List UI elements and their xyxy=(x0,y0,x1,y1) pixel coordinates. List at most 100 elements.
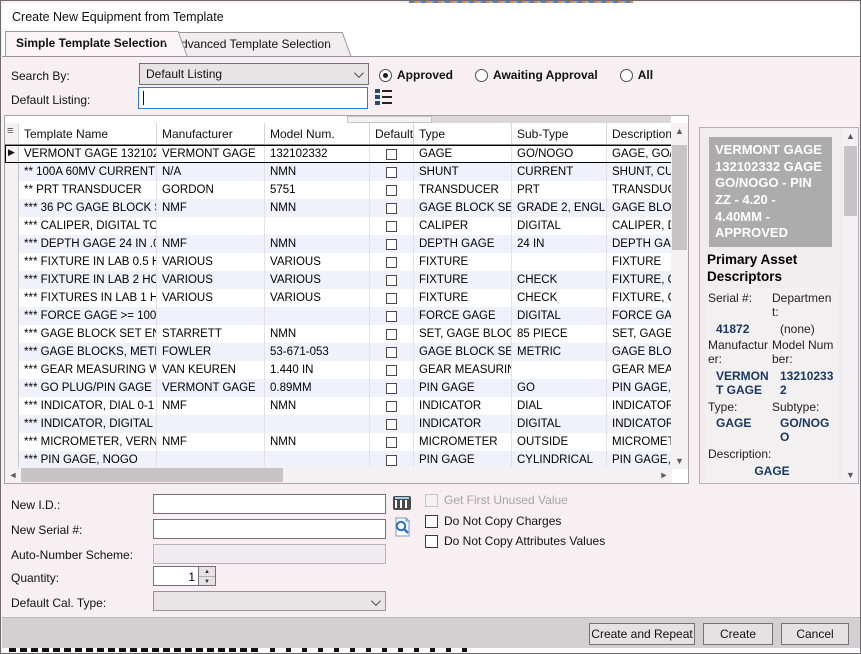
default-checkbox[interactable] xyxy=(386,167,397,178)
default-checkbox[interactable] xyxy=(386,365,397,376)
default-checkbox[interactable] xyxy=(386,239,397,250)
default-checkbox[interactable] xyxy=(386,275,397,286)
table-horizontal-scrollbar[interactable]: ◄ ► xyxy=(5,467,672,483)
row-selector[interactable] xyxy=(5,379,19,397)
column-header-type[interactable]: Type xyxy=(414,123,512,144)
table-row[interactable]: ** 100A 60MV CURRENT SHN/ANMNSHUNTCURREN… xyxy=(5,163,672,181)
scroll-left-icon[interactable]: ◄ xyxy=(5,467,21,483)
grid-cell: FORCE GAGE xyxy=(607,307,672,325)
create-and-repeat-button[interactable]: Create and Repeat xyxy=(589,623,695,645)
scroll-down-icon[interactable]: ▼ xyxy=(843,467,858,483)
stepper-up-icon[interactable]: ▲ xyxy=(199,567,215,577)
scrollbar-thumb[interactable] xyxy=(844,146,857,216)
default-checkbox[interactable] xyxy=(386,257,397,268)
checkbox-box-icon[interactable] xyxy=(425,515,438,528)
default-checkbox[interactable] xyxy=(386,311,397,322)
column-header-default[interactable]: Default xyxy=(370,123,414,144)
default-checkbox[interactable] xyxy=(386,185,397,196)
row-selector[interactable] xyxy=(5,397,19,415)
quantity-input[interactable] xyxy=(153,566,199,586)
default-checkbox[interactable] xyxy=(386,419,397,430)
table-row[interactable]: ▶VERMONT GAGE 132102332VERMONT GAGE13210… xyxy=(5,145,672,163)
default-checkbox[interactable] xyxy=(386,455,397,466)
default-checkbox[interactable] xyxy=(386,329,397,340)
row-selector[interactable] xyxy=(5,289,19,307)
row-selector[interactable] xyxy=(5,325,19,343)
column-header-manufacturer[interactable]: Manufacturer xyxy=(157,123,265,144)
table-row[interactable]: *** FIXTURE IN LAB 2 HOURVARIOUSVARIOUSF… xyxy=(5,271,672,289)
panel-vertical-scrollbar[interactable]: ▲ ▼ xyxy=(843,128,858,483)
row-selector[interactable] xyxy=(5,271,19,289)
table-top-scrollbar[interactable] xyxy=(347,116,671,123)
listing-options-icon[interactable] xyxy=(375,89,392,106)
table-row[interactable]: *** DEPTH GAGE 24 IN .001NMFNMNDEPTH GAG… xyxy=(5,235,672,253)
table-row[interactable]: *** MICROMETER, VERNIERNMFNMNMICROMETERO… xyxy=(5,433,672,451)
scrollbar-thumb[interactable] xyxy=(347,116,432,123)
table-row[interactable]: ** PRT TRANSDUCERGORDON5751TRANSDUCERPRT… xyxy=(5,181,672,199)
table-row[interactable]: *** FORCE GAGE >= 100 LIFORCE GAGEDIGITA… xyxy=(5,307,672,325)
default-listing-input[interactable] xyxy=(138,87,368,109)
scroll-up-icon[interactable]: ▲ xyxy=(843,128,858,144)
radio-approved[interactable]: Approved xyxy=(379,65,453,85)
radio-all[interactable]: All xyxy=(620,65,653,85)
row-selector[interactable] xyxy=(5,433,19,451)
row-selector[interactable] xyxy=(5,253,19,271)
row-selector[interactable] xyxy=(5,235,19,253)
new-id-input[interactable] xyxy=(153,494,386,514)
table-vertical-scrollbar[interactable]: ▲ ▼ xyxy=(671,123,688,469)
column-header-sub-type[interactable]: Sub-Type xyxy=(512,123,607,144)
column-header-description[interactable]: Description xyxy=(607,123,672,144)
default-checkbox[interactable] xyxy=(386,149,397,160)
row-selector[interactable] xyxy=(5,199,19,217)
new-serial-input[interactable] xyxy=(153,519,386,539)
default-checkbox[interactable] xyxy=(386,401,397,412)
checkbox-box-icon[interactable] xyxy=(425,535,438,548)
default-checkbox[interactable] xyxy=(386,383,397,394)
row-selector[interactable] xyxy=(5,415,19,433)
scroll-down-icon[interactable]: ▼ xyxy=(671,453,688,469)
table-menu-icon[interactable]: ≡ xyxy=(5,123,19,144)
table-row[interactable]: *** FIXTURE IN LAB 0.5 HOUVARIOUSVARIOUS… xyxy=(5,253,672,271)
column-header-template-name[interactable]: Template Name xyxy=(19,123,157,144)
default-checkbox[interactable] xyxy=(386,437,397,448)
stepper-down-icon[interactable]: ▼ xyxy=(199,577,215,587)
row-selector[interactable] xyxy=(5,307,19,325)
row-selector[interactable] xyxy=(5,343,19,361)
serial-search-document-icon[interactable] xyxy=(393,517,412,537)
tab-advanced-template-selection[interactable]: Advanced Template Selection xyxy=(162,32,339,56)
table-row[interactable]: *** GAGE BLOCKS, METRICFOWLER53-671-053G… xyxy=(5,343,672,361)
create-button[interactable]: Create xyxy=(703,623,773,645)
scrollbar-thumb[interactable] xyxy=(672,145,687,250)
default-checkbox[interactable] xyxy=(386,203,397,214)
table-row[interactable]: *** GEAR MEASURING WIRVAN KEUREN1.440 IN… xyxy=(5,361,672,379)
column-header-model-num[interactable]: Model Num. xyxy=(265,123,370,144)
radio-awaiting-approval[interactable]: Awaiting Approval xyxy=(475,65,598,85)
search-by-dropdown[interactable]: Default Listing xyxy=(139,63,369,85)
grid-cell: CALIPER xyxy=(414,217,512,235)
table-row[interactable]: *** FIXTURES IN LAB 1 HOUVARIOUSVARIOUSF… xyxy=(5,289,672,307)
row-selector-current[interactable]: ▶ xyxy=(5,145,19,163)
grid-cell: GEAR MEASU xyxy=(607,361,672,379)
id-keypad-icon[interactable] xyxy=(393,496,411,510)
scroll-right-icon[interactable]: ► xyxy=(656,467,672,483)
table-row[interactable]: *** 36 PC GAGE BLOCK SETNMFNMNGAGE BLOCK… xyxy=(5,199,672,217)
table-row[interactable]: *** CALIPER, DIGITAL TO 18CALIPERDIGITAL… xyxy=(5,217,672,235)
default-checkbox[interactable] xyxy=(386,221,397,232)
table-row[interactable]: *** GAGE BLOCK SET ENGLSTARRETTNMNSET, G… xyxy=(5,325,672,343)
scrollbar-thumb[interactable] xyxy=(21,468,283,482)
default-checkbox[interactable] xyxy=(386,347,397,358)
row-selector[interactable] xyxy=(5,217,19,235)
row-selector[interactable] xyxy=(5,181,19,199)
table-row[interactable]: *** INDICATOR, DIGITAL 0.0INDICATORDIGIT… xyxy=(5,415,672,433)
row-selector[interactable] xyxy=(5,361,19,379)
quantity-stepper[interactable]: ▲ ▼ xyxy=(199,566,216,586)
row-selector[interactable] xyxy=(5,163,19,181)
table-row[interactable]: *** GO PLUG/PIN GAGEVERMONT GAGE0.89MMPI… xyxy=(5,379,672,397)
tab-simple-template-selection[interactable]: Simple Template Selection xyxy=(5,31,175,56)
checkbox-do-not-copy-charges[interactable]: Do Not Copy Charges xyxy=(425,514,561,528)
default-checkbox[interactable] xyxy=(386,293,397,304)
scroll-up-icon[interactable]: ▲ xyxy=(671,123,688,139)
checkbox-do-not-copy-attributes-values[interactable]: Do Not Copy Attributes Values xyxy=(425,534,605,548)
table-row[interactable]: *** INDICATOR, DIAL 0-1 INNMFNMNINDICATO… xyxy=(5,397,672,415)
cancel-button[interactable]: Cancel xyxy=(781,623,849,645)
